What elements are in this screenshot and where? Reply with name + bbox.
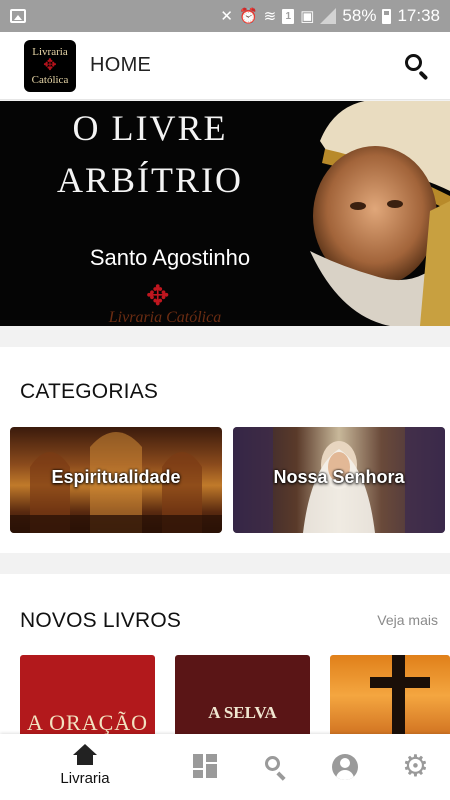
book-cover-a-selva[interactable]: A SELVA (175, 655, 310, 734)
banner-title-line1: O LIVRE (72, 108, 228, 148)
account-icon-head (340, 758, 350, 768)
account-icon[interactable] (332, 754, 358, 780)
crucifix-icon-beam (370, 677, 430, 688)
new-books-heading: NOVOS LIVROS (20, 609, 182, 632)
cross-icon: ✥ (43, 56, 57, 74)
image-notification-icon (10, 9, 26, 23)
see-more-link[interactable]: Veja mais (377, 612, 438, 628)
dashboard-icon-tile (193, 770, 203, 778)
logo-text-line2: Católica (31, 73, 69, 86)
sim-icon: 1 (282, 8, 295, 24)
data-saver-icon: ▣ (300, 7, 315, 25)
alarm-icon: ⏰ (238, 7, 258, 25)
status-icons: ✕ ⏰ ≋ 1 ▣ 58% 17:38 (220, 6, 440, 26)
app-logo[interactable]: Livraria ✥ Católica (24, 39, 76, 92)
category-label: Espiritualidade (51, 467, 181, 487)
clock: 17:38 (397, 6, 440, 25)
home-icon-body (77, 754, 93, 765)
nav-search-icon-handle (276, 771, 286, 781)
nav-search-icon-lens (265, 756, 280, 771)
page-title: HOME (90, 54, 152, 76)
battery-percent: 58% (342, 6, 377, 25)
book-title: A ORAÇÃO (26, 710, 149, 734)
book-title: A SELVA (208, 703, 277, 722)
book-cover-crucifix[interactable] (330, 655, 450, 734)
bottom-navigation: Livraria ⚙ (0, 734, 450, 800)
categories-heading: CATEGORIAS (20, 380, 159, 403)
dashboard-icon-tile (193, 754, 203, 768)
category-card-espiritualidade[interactable]: Espiritualidade (10, 427, 222, 533)
search-icon-handle (418, 70, 429, 80)
signal-icon (320, 8, 337, 24)
new-books-section: NOVOS LIVROS Veja mais A ORAÇÃO A SELVA (0, 574, 450, 734)
dashboard-icon[interactable] (193, 754, 217, 778)
home-icon (73, 744, 97, 766)
banner-title-line2: ARBÍTRIO (57, 160, 243, 200)
status-bar: ✕ ⏰ ≋ 1 ▣ 58% 17:38 (0, 0, 450, 32)
logo-text-line1: Livraria (32, 45, 68, 58)
category-label: Nossa Senhora (273, 467, 405, 487)
book-cover-a-oracao[interactable]: A ORAÇÃO (20, 655, 155, 734)
nav-search-icon[interactable] (263, 754, 289, 781)
nav-tab-livraria[interactable]: Livraria (45, 734, 125, 800)
app-bar: Livraria ✥ Católica HOME (0, 32, 450, 100)
category-card-nossa-senhora[interactable]: Nossa Senhora (233, 427, 445, 533)
settings-gear-icon[interactable]: ⚙ (402, 752, 429, 782)
search-button[interactable] (402, 51, 432, 81)
categories-section: CATEGORIAS Espiritualidade Nossa Senhora (0, 347, 450, 553)
dashboard-icon-tile (206, 754, 217, 762)
nav-tab-label: Livraria (60, 770, 110, 787)
dashboard-icon-tile (206, 764, 217, 778)
battery-icon (382, 8, 392, 24)
search-icon (405, 53, 422, 71)
featured-book-banner[interactable]: O LIVRE ARBÍTRIO Santo Agostinho ✥ Livra… (0, 101, 450, 326)
saint-portrait-image (280, 101, 450, 326)
crucifix-icon (392, 655, 405, 734)
wifi-icon: ≋ (263, 7, 277, 25)
account-icon-shoulders (336, 770, 354, 780)
mute-icon: ✕ (220, 7, 233, 25)
banner-cross-icon: ✥ (146, 280, 170, 311)
